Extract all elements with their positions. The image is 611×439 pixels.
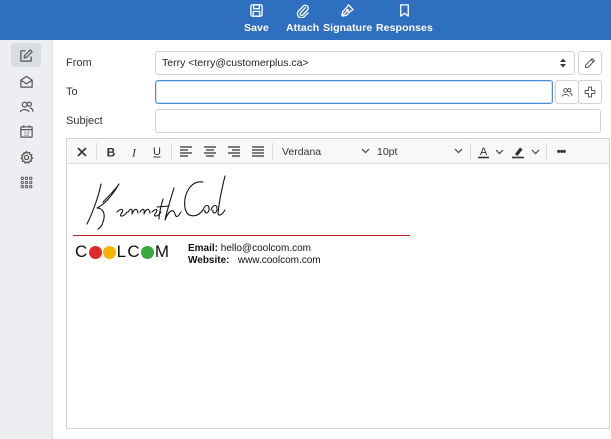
italic-icon: I <box>131 146 137 158</box>
signature-label: Signature <box>323 22 373 34</box>
logo-letter-c: C <box>75 242 89 261</box>
underline-button[interactable]: U <box>150 143 164 160</box>
plus-icon <box>584 86 596 98</box>
apps-grid-icon <box>20 176 32 188</box>
subject-label: Subject <box>66 115 103 127</box>
save-button[interactable]: Save <box>244 3 269 37</box>
message-editor: B I U Verdana 10pt A ••• C LC M Email: h… <box>66 138 610 429</box>
font-size-select[interactable]: 10pt <box>377 143 463 160</box>
sidebar-item-contacts[interactable] <box>11 94 41 118</box>
website-label: Website: <box>188 255 230 266</box>
svg-text:12: 12 <box>23 131 29 137</box>
pencil-icon <box>585 58 595 68</box>
more-options-button[interactable]: ••• <box>551 143 571 160</box>
highlighter-icon <box>512 147 540 158</box>
website-line: Website: www.coolcom.com <box>188 255 321 267</box>
bookmark-icon <box>400 4 409 17</box>
sidebar-item-compose[interactable] <box>11 43 41 67</box>
email-label: Email: <box>188 243 219 254</box>
contacts-icon <box>19 100 33 112</box>
from-select[interactable]: Terry <terry@customerplus.ca> <box>155 51 575 75</box>
attach-button[interactable]: Attach <box>286 3 319 37</box>
chevron-down-icon <box>361 148 370 154</box>
add-contact-button[interactable] <box>555 80 579 104</box>
toolbar-divider <box>546 143 547 160</box>
edit-identity-button[interactable] <box>578 51 602 75</box>
align-center-button[interactable] <box>203 143 217 160</box>
logo-red-dot <box>89 245 103 259</box>
toolbar-divider <box>272 143 273 160</box>
chevron-down-icon <box>454 148 463 154</box>
font-family-value: Verdana <box>282 145 322 158</box>
email-value: hello@coolcom.com <box>220 243 311 254</box>
paperclip-icon <box>296 4 309 18</box>
coolcom-logo: C LC M <box>75 242 170 262</box>
svg-text:B: B <box>107 146 116 158</box>
font-size-value: 10pt <box>377 145 398 158</box>
sidebar-item-apps[interactable] <box>11 170 41 194</box>
compose-form: From Terry <terry@customerplus.ca> To Su… <box>53 40 611 439</box>
align-left-icon <box>180 146 192 157</box>
from-value: Terry <terry@customerplus.ca> <box>162 57 309 69</box>
svg-text:U: U <box>153 146 161 158</box>
align-center-icon <box>204 146 216 157</box>
contacts-icon <box>561 87 573 97</box>
highlight-color-button[interactable] <box>512 143 542 160</box>
add-recipient-field-button[interactable] <box>578 80 602 104</box>
save-label: Save <box>244 22 269 34</box>
email-line: Email: hello@coolcom.com <box>188 243 321 255</box>
logo-yellow-dot <box>103 245 117 259</box>
justify-button[interactable] <box>251 143 265 160</box>
bold-icon: B <box>107 146 116 158</box>
compose-toolbar: Save Attach Signature Responses <box>0 0 611 40</box>
toolbar-divider <box>96 143 97 160</box>
editor-body[interactable]: C LC M Email: hello@coolcom.com Website:… <box>67 165 609 428</box>
logo-letters-lc: LC <box>116 242 141 261</box>
toolbar-divider <box>470 143 471 160</box>
close-editor-button[interactable] <box>75 143 89 160</box>
mail-icon <box>19 75 33 88</box>
to-label: To <box>66 86 78 98</box>
save-icon <box>250 4 263 17</box>
sidebar-item-settings[interactable] <box>11 145 41 169</box>
svg-text:A: A <box>480 146 488 158</box>
to-input[interactable] <box>155 80 553 104</box>
close-icon <box>77 146 87 157</box>
editor-toolbar: B I U Verdana 10pt A ••• <box>67 139 609 164</box>
sidebar: 12 <box>0 40 53 439</box>
align-right-icon <box>228 146 240 157</box>
signature-divider-line <box>73 235 410 236</box>
pen-nib-icon <box>341 4 354 17</box>
signature-button[interactable]: Signature <box>323 3 372 37</box>
underline-icon: U <box>153 146 161 158</box>
logo-green-dot <box>141 245 155 259</box>
settings-icon <box>20 150 33 164</box>
font-family-select[interactable]: Verdana <box>282 143 370 160</box>
text-color-button[interactable]: A <box>478 143 506 160</box>
calendar-icon: 12 <box>19 124 33 138</box>
logo-letter-m: M <box>154 242 171 261</box>
select-arrows-icon <box>560 58 566 68</box>
responses-button[interactable]: Responses <box>376 3 433 37</box>
align-left-button[interactable] <box>179 143 193 160</box>
italic-button[interactable]: I <box>127 143 141 160</box>
toolbar-divider <box>171 143 172 160</box>
bold-button[interactable]: B <box>104 143 118 160</box>
subject-input[interactable] <box>155 109 601 133</box>
sidebar-item-mail[interactable] <box>11 69 41 93</box>
text-color-icon: A <box>478 146 504 158</box>
sidebar-item-calendar[interactable]: 12 <box>11 119 41 143</box>
handwritten-signature-image <box>86 175 226 230</box>
justify-icon <box>252 146 264 157</box>
signature-contact-block: Email: hello@coolcom.com Website: www.co… <box>188 243 321 267</box>
from-label: From <box>66 57 92 69</box>
responses-label: Responses <box>376 22 433 34</box>
attach-label: Attach <box>286 22 320 34</box>
website-value: www.coolcom.com <box>237 255 321 266</box>
compose-icon <box>19 48 33 62</box>
align-right-button[interactable] <box>227 143 241 160</box>
svg-text:I: I <box>131 146 137 158</box>
